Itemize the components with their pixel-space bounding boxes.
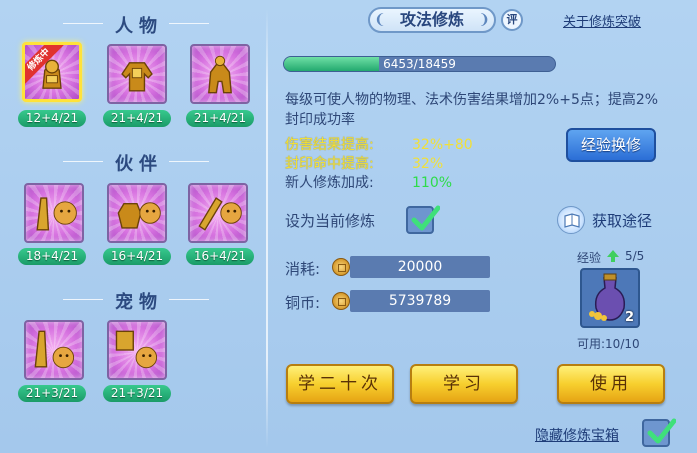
level-partner-3: 16+4/21 [186,248,254,265]
armor-icon [208,55,232,94]
slot-character-3[interactable] [190,44,250,104]
sword-icon [36,197,77,231]
learn-button[interactable]: 学习 [410,364,518,404]
obtain-way-label: 获取途径 [592,212,653,230]
copper-label: 铜币: [285,294,321,312]
stat-novice-label: 新人修炼加成: [285,175,374,191]
treasure-item-slot[interactable]: 2 [580,268,640,328]
usable-count: 可用:10/10 [577,337,640,351]
exchange-exp-button[interactable]: 经验换修 [566,128,656,162]
learn-twenty-button[interactable]: 学二十次 [286,364,394,404]
stat-seal: 封印命中提高: 32% [285,155,545,174]
item-count: 2 [624,310,634,325]
armor-icon [115,330,158,369]
slot-partner-3[interactable] [188,183,248,243]
exp-progress-bar: 6453/18459 [283,56,556,72]
coin-icon [332,258,350,276]
slot-partner-2[interactable] [107,183,167,243]
slot-pet-1[interactable] [24,320,84,380]
consume-value: 20000 [350,256,490,278]
consume-label: 消耗: [285,260,321,278]
bracer-icon [198,197,242,231]
sword-icon [34,330,75,369]
stat-seal-value: 32% [412,156,444,172]
column-divider [266,8,268,448]
checkmark-icon [647,418,676,444]
panel-title: 攻法修炼 [368,7,496,33]
progress-text: 6453/18459 [383,57,456,71]
level-character-3: 21+4/21 [186,110,254,127]
slot-partner-1[interactable] [24,183,84,243]
armor-icon [121,62,153,92]
eval-button[interactable]: 评 [501,9,523,31]
hide-treasure-checkbox[interactable] [642,418,676,447]
stat-damage-label: 伤害结果提高: [285,137,374,153]
set-current-label: 设为当前修炼 [285,212,376,230]
book-icon [557,206,585,234]
use-button[interactable]: 使用 [557,364,665,404]
arrow-up-icon [607,250,619,262]
hide-treasure-label[interactable]: 隐藏修炼宝箱 [535,425,619,445]
copper-value: 5739789 [350,290,490,312]
stat-novice: 新人修炼加成: 110% [285,174,545,193]
exp-label: 经验 [577,251,602,265]
level-character-1: 12+4/21 [18,110,86,127]
level-pet-1: 21+3/21 [18,385,86,402]
slot-pet-2[interactable] [107,320,167,380]
section-title-pet: 宠物 [63,288,209,314]
effect-description: 每级可使人物的物理、法术伤害结果增加2%+5点；提高2%封印成功率 [285,92,659,128]
exp-value: 5/5 [625,249,645,263]
level-partner-2: 16+4/21 [103,248,171,265]
section-title-character: 人物 [63,12,209,38]
slot-character-1[interactable]: 修炼中 [22,42,82,102]
level-pet-2: 21+3/21 [103,385,171,402]
cultivation-panel: 人物 伙伴 宠物 修炼中 12+4/21 21+4/21 21+4/21 18+… [0,0,697,453]
slot-character-2[interactable] [107,44,167,104]
section-title-partner: 伙伴 [63,150,209,176]
coin-icon [332,292,350,310]
stat-seal-label: 封印命中提高: [285,156,374,172]
set-current-checkbox[interactable] [406,205,440,234]
stat-damage: 伤害结果提高: 32%+80 [285,136,545,155]
level-partner-1: 18+4/21 [18,248,86,265]
breakthrough-link[interactable]: 关于修炼突破 [563,11,641,30]
checkmark-icon [411,205,440,231]
level-character-2: 21+4/21 [103,110,171,127]
armor-icon [117,202,161,229]
stat-damage-value: 32%+80 [412,137,473,153]
stat-novice-value: 110% [412,175,453,191]
